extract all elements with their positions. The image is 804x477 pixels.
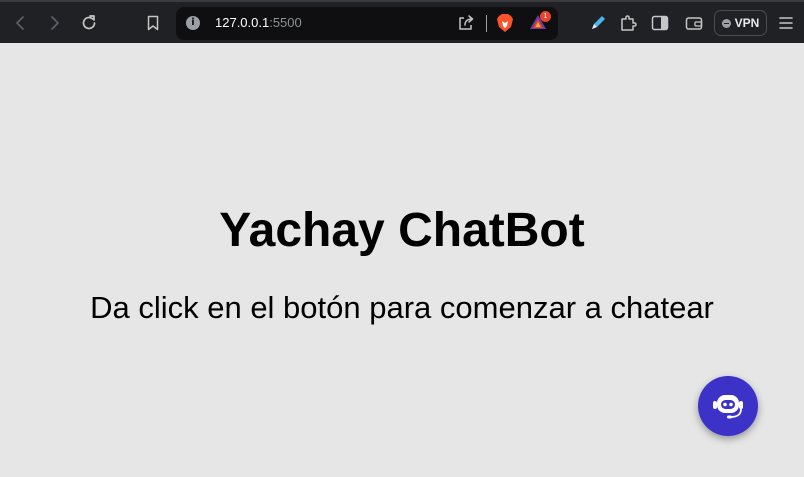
rewards-badge: 1 [540,11,551,22]
address-bar[interactable]: i 127.0.0.1:5500 1 [176,7,558,40]
reload-icon [82,15,96,30]
back-button[interactable] [8,10,34,36]
url-divider [486,15,487,32]
page-title: Yachay ChatBot [219,204,585,257]
vpn-status-icon [721,18,731,28]
share-button[interactable] [457,14,475,37]
hamburger-menu-icon [779,17,793,29]
vpn-button[interactable]: VPN [714,10,767,36]
reload-button[interactable] [76,10,102,36]
bookmark-button[interactable] [140,10,166,36]
brave-lion-icon [497,14,513,32]
page-subtitle: Da click en el botón para comenzar a cha… [90,290,714,325]
pen-button[interactable] [585,10,611,36]
page-content: Yachay ChatBot Da click en el botón para… [0,43,804,477]
sidebar-icon [651,15,669,31]
url-port: :5500 [269,15,302,30]
browser-toolbar: i 127.0.0.1:5500 1 VPN [0,0,804,43]
chat-open-button[interactable] [698,376,758,436]
wallet-button[interactable] [681,10,707,36]
sidebar-button[interactable] [647,10,673,36]
chevron-left-icon [16,16,24,30]
bookmark-icon [147,15,159,31]
share-icon [459,15,474,30]
extensions-button[interactable] [615,10,641,36]
robot-headset-icon [713,395,743,419]
pen-icon [592,16,605,29]
vpn-label: VPN [734,16,760,30]
chevron-right-icon [51,16,59,30]
forward-button[interactable] [41,10,67,36]
wallet-icon [685,17,703,30]
url-text[interactable]: 127.0.0.1:5500 [215,15,302,31]
url-host: 127.0.0.1 [215,15,270,30]
info-icon[interactable]: i [186,16,200,30]
puzzle-icon [621,15,637,31]
menu-button[interactable] [773,10,799,36]
brave-shields-button[interactable] [496,13,514,38]
rewards-button[interactable]: 1 [528,11,551,36]
